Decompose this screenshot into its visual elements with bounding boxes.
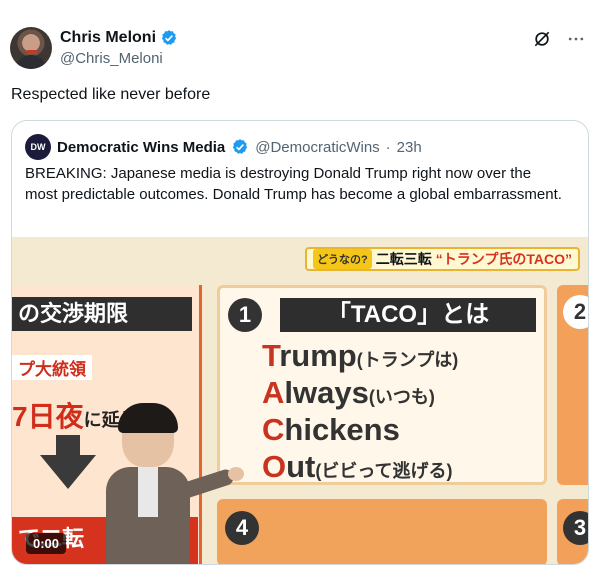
taco-word: ut — [286, 449, 316, 484]
separator: · — [385, 138, 391, 156]
taco-line-chickens: Chickens — [262, 412, 400, 448]
video-banner: どうなの? 二転三転 “トランプ氏のTACO” — [305, 247, 580, 271]
left-panel-subtitle: プ大統領 — [12, 355, 92, 380]
right-board-panel: 2 — [557, 285, 588, 485]
quoted-tweet-text: BREAKING: Japanese media is destroying D… — [25, 165, 562, 203]
tweet-header: Chris Meloni @Chris_Meloni — [10, 27, 590, 71]
taco-letter: O — [262, 449, 287, 484]
avatar[interactable] — [10, 27, 52, 69]
taco-word: hickens — [284, 412, 400, 447]
quoted-avatar[interactable]: DW — [25, 134, 51, 160]
taco-line-out: Out(ビビって逃げる) — [262, 449, 452, 485]
presenter-arm — [175, 467, 236, 501]
card-number: 1 — [228, 298, 262, 332]
right-board-panel-lower: 3 — [557, 499, 588, 564]
left-panel-title: の交渉期限 — [12, 297, 192, 331]
left-panel-date-main: 7日夜 — [12, 401, 84, 432]
taco-translation: (トランプは) — [356, 350, 459, 370]
tweet-text: Respected like never before — [11, 86, 211, 103]
presenter-hand — [228, 467, 244, 481]
board-card-4: 4 — [217, 499, 547, 564]
quoted-author-handle[interactable]: @DemocraticWins — [255, 139, 379, 156]
video-timestamp: 0:00 — [26, 533, 67, 554]
taco-translation: (ビビって逃げる) — [315, 461, 453, 481]
taco-word: rump — [279, 338, 357, 373]
more-icon[interactable] — [566, 29, 586, 54]
taco-letter: T — [262, 338, 280, 373]
taco-word: lways — [284, 375, 369, 410]
taco-line-trump: Trump(トランプは) — [262, 338, 458, 374]
presenter-figure — [100, 403, 244, 564]
right-panel-number-lower: 3 — [563, 511, 588, 545]
quoted-timestamp[interactable]: 23h — [397, 139, 422, 156]
author-info: Chris Meloni @Chris_Meloni — [60, 29, 178, 67]
banner-highlight: “トランプ氏のTACO” — [435, 251, 572, 267]
quoted-tweet-header: DW Democratic Wins Media @DemocraticWins… — [25, 134, 422, 160]
right-panel-number: 2 — [563, 295, 588, 329]
tweet-actions — [532, 29, 586, 54]
taco-line-always: Always(いつも) — [262, 375, 435, 411]
verified-badge-icon — [161, 30, 177, 45]
taco-card: 1 「TACO」とは Trump(トランプは) Always(いつも) Chic… — [217, 285, 547, 485]
verified-badge-icon — [233, 139, 248, 154]
down-arrow-icon — [40, 455, 96, 489]
banner-tag: どうなの? — [313, 249, 372, 269]
quoted-author-name[interactable]: Democratic Wins Media — [57, 139, 225, 156]
taco-letter: C — [262, 412, 285, 447]
presenter-shirt — [138, 467, 158, 517]
presenter-hair — [118, 403, 178, 433]
taco-letter: A — [262, 375, 285, 410]
card-title: 「TACO」とは — [280, 298, 536, 332]
taco-translation: (いつも) — [368, 387, 435, 407]
video-player[interactable]: どうなの? 二転三転 “トランプ氏のTACO” の交渉期限 プ大統領 7日夜に延… — [12, 237, 588, 564]
author-name[interactable]: Chris Meloni — [60, 29, 156, 47]
arrow-stem — [56, 435, 80, 457]
microphone-icon — [26, 50, 38, 54]
banner-text: 二転三転 — [375, 251, 432, 267]
author-name-row[interactable]: Chris Meloni — [60, 29, 178, 47]
quoted-avatar-text: DW — [30, 142, 46, 152]
quoted-tweet[interactable]: DW Democratic Wins Media @DemocraticWins… — [11, 120, 589, 565]
slash-circle-icon[interactable] — [532, 29, 552, 54]
author-handle[interactable]: @Chris_Meloni — [60, 50, 178, 67]
